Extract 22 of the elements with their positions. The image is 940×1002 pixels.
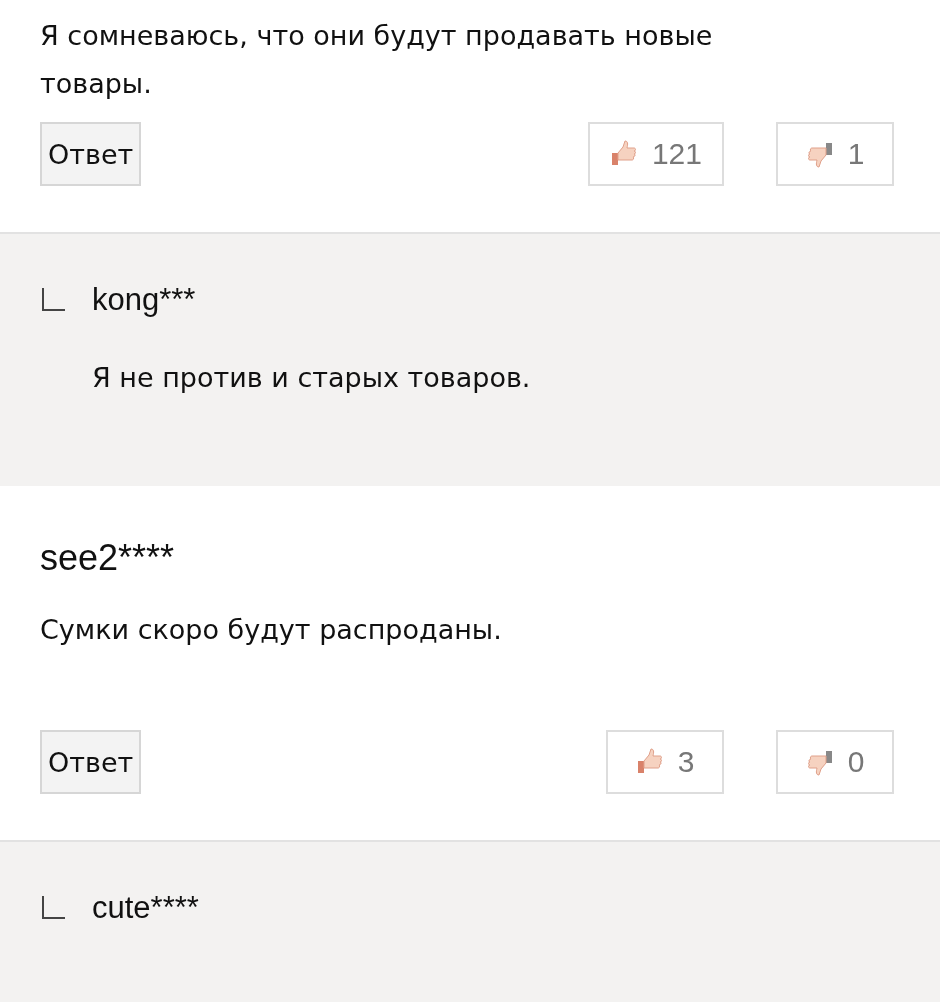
thumbs-down-icon bbox=[805, 748, 834, 776]
like-count: 121 bbox=[651, 137, 702, 171]
dislike-button[interactable]: 0 bbox=[776, 730, 894, 794]
dislike-button[interactable]: 1 bbox=[776, 122, 894, 186]
thumbs-up-icon bbox=[635, 748, 664, 776]
author-name: kong*** bbox=[92, 282, 196, 318]
reply-corner-icon bbox=[40, 895, 66, 921]
reply-text: Я не против и старых товаров. bbox=[92, 361, 532, 395]
dislike-count: 0 bbox=[847, 745, 865, 779]
like-button[interactable]: 121 bbox=[587, 122, 724, 186]
dislike-count: 1 bbox=[847, 137, 865, 171]
reply-button[interactable]: Ответ bbox=[40, 122, 142, 186]
author-name: cute**** bbox=[92, 890, 199, 926]
thumbs-up-icon bbox=[609, 140, 638, 168]
comment-text: Сумки скоро будут распроданы. bbox=[40, 613, 503, 647]
thumbs-down-icon bbox=[805, 140, 834, 168]
author-name: see2**** bbox=[40, 538, 176, 578]
comment-text: Я сомневаюсь, что они будут продавать новые товары. bbox=[40, 19, 714, 101]
like-button[interactable]: 3 bbox=[606, 730, 724, 794]
like-count: 3 bbox=[677, 745, 695, 779]
reply-corner-icon bbox=[40, 287, 66, 313]
reply-button[interactable]: Ответ bbox=[40, 730, 142, 794]
